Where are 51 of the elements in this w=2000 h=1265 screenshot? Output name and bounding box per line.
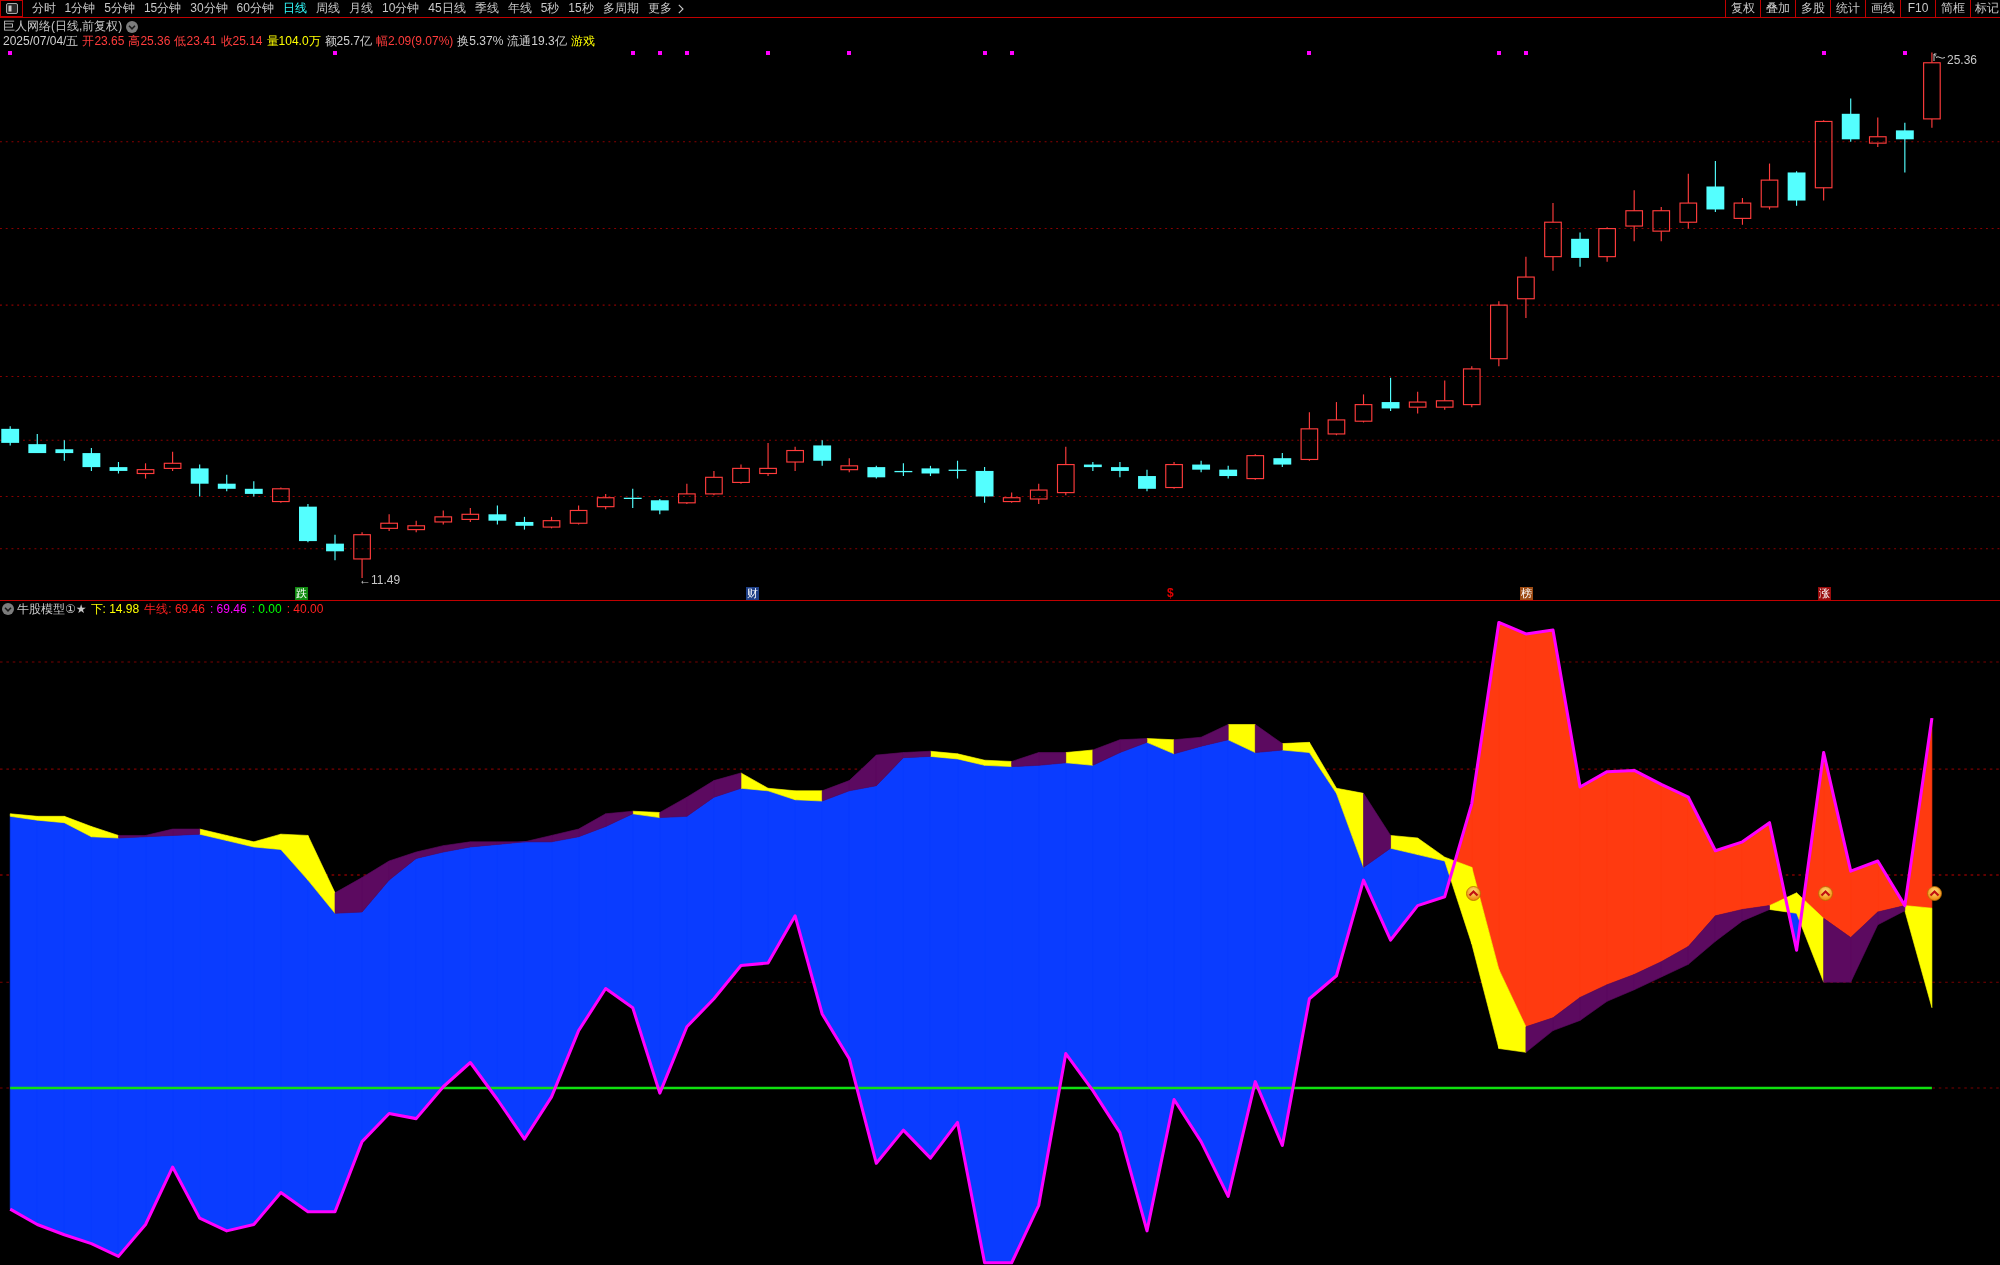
quote-value: 高25.36 bbox=[128, 34, 171, 49]
toolbar-button[interactable]: 多股 bbox=[1795, 0, 1830, 17]
toolbar-button[interactable]: F10 bbox=[1900, 0, 1935, 17]
period-tab[interactable]: 月线 bbox=[344, 0, 378, 17]
indicator-value: 牛线: 69.46 bbox=[144, 601, 205, 617]
quote-value: 2025/07/04/五 bbox=[3, 34, 79, 49]
indicator-name: 牛股模型①★ bbox=[17, 601, 87, 617]
period-tab[interactable]: 15秒 bbox=[563, 0, 599, 17]
period-tab[interactable]: 5分钟 bbox=[99, 0, 140, 17]
period-tab[interactable]: 多周期 bbox=[598, 0, 644, 17]
period-tab[interactable]: 日线 bbox=[278, 0, 312, 17]
toolbar-button[interactable]: 画线 bbox=[1865, 0, 1900, 17]
period-tab[interactable]: 年线 bbox=[503, 0, 537, 17]
period-tab[interactable]: 60分钟 bbox=[232, 0, 279, 17]
chevron-right-icon bbox=[677, 3, 684, 14]
toolbar-button[interactable]: 标记 bbox=[1970, 0, 2000, 17]
period-tab[interactable]: 5秒 bbox=[536, 0, 564, 17]
toolbar-button[interactable]: 简框 bbox=[1935, 0, 1970, 17]
period-tab[interactable]: 1分钟 bbox=[60, 0, 100, 17]
quote-value: 开23.65 bbox=[82, 34, 125, 49]
more-button[interactable]: 更多 bbox=[643, 0, 689, 17]
chart-title: 巨人网络(日线,前复权) bbox=[3, 19, 123, 34]
period-tab[interactable]: 周线 bbox=[311, 0, 345, 17]
quote-value: 低23.41 bbox=[174, 34, 217, 49]
quote-value: 额25.7亿 bbox=[324, 34, 372, 49]
period-tab[interactable]: 30分钟 bbox=[185, 0, 233, 17]
period-tab[interactable]: 45日线 bbox=[423, 0, 471, 17]
toolbar-button[interactable]: 统计 bbox=[1830, 0, 1865, 17]
quote-value: 幅2.09(9.07%) bbox=[375, 34, 454, 49]
indicator-value: : 0.00 bbox=[251, 601, 282, 617]
indicator-value: : 40.00 bbox=[286, 601, 324, 617]
toolbar-button[interactable]: 复权 bbox=[1725, 0, 1760, 17]
panel-toggle-button[interactable] bbox=[0, 0, 23, 17]
period-tab[interactable]: 分时 bbox=[27, 0, 60, 17]
quote-value: 流通19.3亿 bbox=[507, 34, 567, 49]
quote-value: 收25.14 bbox=[220, 34, 263, 49]
period-tab[interactable]: 15分钟 bbox=[139, 0, 186, 17]
quote-value: 量104.0万 bbox=[266, 34, 321, 49]
up-chevron-icon bbox=[1817, 885, 1833, 901]
up-chevron-icon bbox=[1465, 885, 1481, 901]
indicator-value: 下: 14.98 bbox=[90, 601, 140, 617]
dropdown-icon[interactable] bbox=[126, 20, 139, 33]
up-chevron-icon bbox=[1926, 885, 1942, 901]
quote-value: 游戏 bbox=[570, 34, 595, 49]
toolbar-button[interactable]: 叠加 bbox=[1760, 0, 1795, 17]
period-tab[interactable]: 季线 bbox=[470, 0, 504, 17]
indicator-value: : 69.46 bbox=[209, 601, 247, 617]
period-tab[interactable]: 10分钟 bbox=[377, 0, 424, 17]
dropdown-icon[interactable] bbox=[2, 603, 14, 615]
quote-value: 换5.37% bbox=[457, 34, 504, 49]
panel-icon bbox=[5, 3, 18, 14]
